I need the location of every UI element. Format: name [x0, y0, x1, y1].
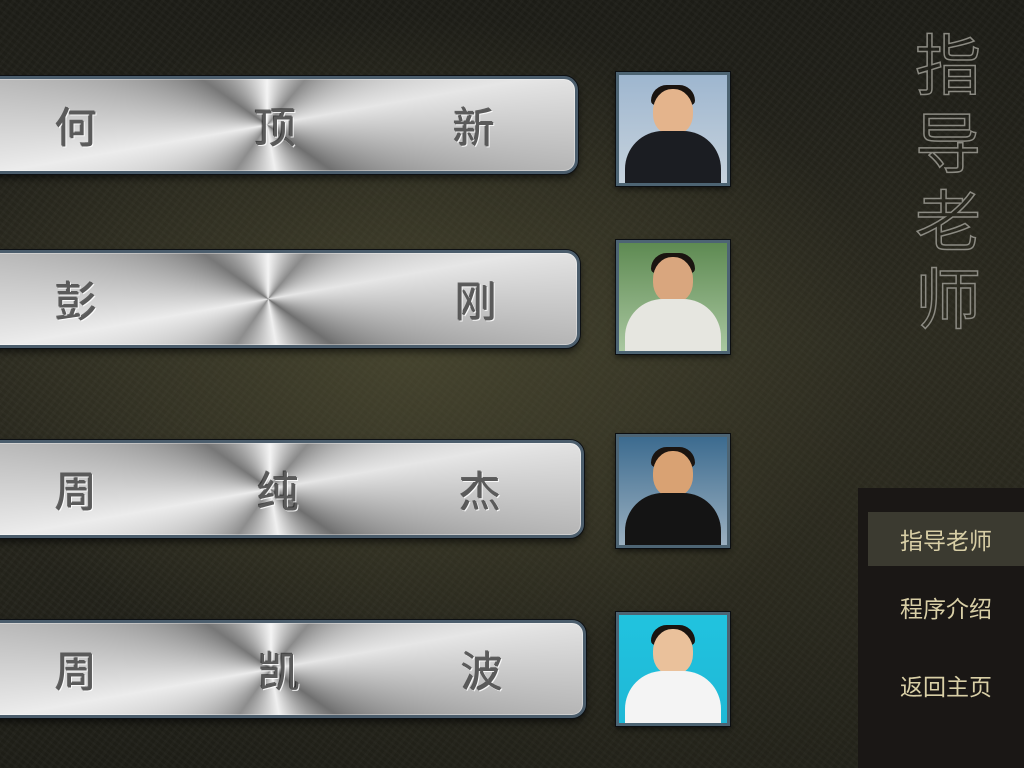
teacher-bar-zhou-chunjie[interactable]: 周 纯 杰	[0, 440, 584, 538]
teacher-photo[interactable]	[616, 434, 730, 548]
name-char: 顶	[253, 103, 296, 153]
clothing-shape	[625, 671, 721, 723]
teacher-bar-he-dingxin[interactable]: 何 顶 新	[0, 76, 578, 174]
title-char: 师	[914, 261, 982, 340]
name-char: 波	[460, 647, 503, 697]
title-char: 老	[914, 183, 982, 262]
name-char: 凯	[257, 647, 300, 697]
teacher-bar-zhou-kaibo[interactable]: 周 凯 波	[0, 620, 586, 718]
title-char: 指	[914, 27, 982, 106]
teacher-photo[interactable]	[616, 240, 730, 354]
menu-item-return-home[interactable]: 返回主页	[868, 658, 1024, 712]
page-title: 指 导 老 师	[910, 27, 986, 340]
clothing-shape	[625, 493, 721, 545]
face-shape	[653, 629, 693, 675]
teacher-photo[interactable]	[616, 72, 730, 186]
name-char: 杰	[458, 467, 501, 517]
clothing-shape	[625, 131, 721, 183]
menu-item-teachers[interactable]: 指导老师	[868, 512, 1024, 566]
face-shape	[653, 257, 693, 303]
name-char: 何	[55, 103, 98, 153]
name-char: 周	[55, 647, 98, 697]
face-shape	[653, 89, 693, 135]
name-char: 刚	[454, 277, 497, 327]
teacher-photo[interactable]	[616, 612, 730, 726]
name-char: 周	[55, 467, 98, 517]
teacher-bar-peng-gang[interactable]: 彭 刚	[0, 250, 580, 348]
name-char: 彭	[55, 277, 98, 327]
title-char: 导	[914, 105, 982, 184]
face-shape	[653, 451, 693, 497]
name-char: 新	[452, 103, 495, 153]
name-char: 纯	[256, 467, 299, 517]
menu-item-program-intro[interactable]: 程序介绍	[868, 580, 1024, 634]
clothing-shape	[625, 299, 721, 351]
